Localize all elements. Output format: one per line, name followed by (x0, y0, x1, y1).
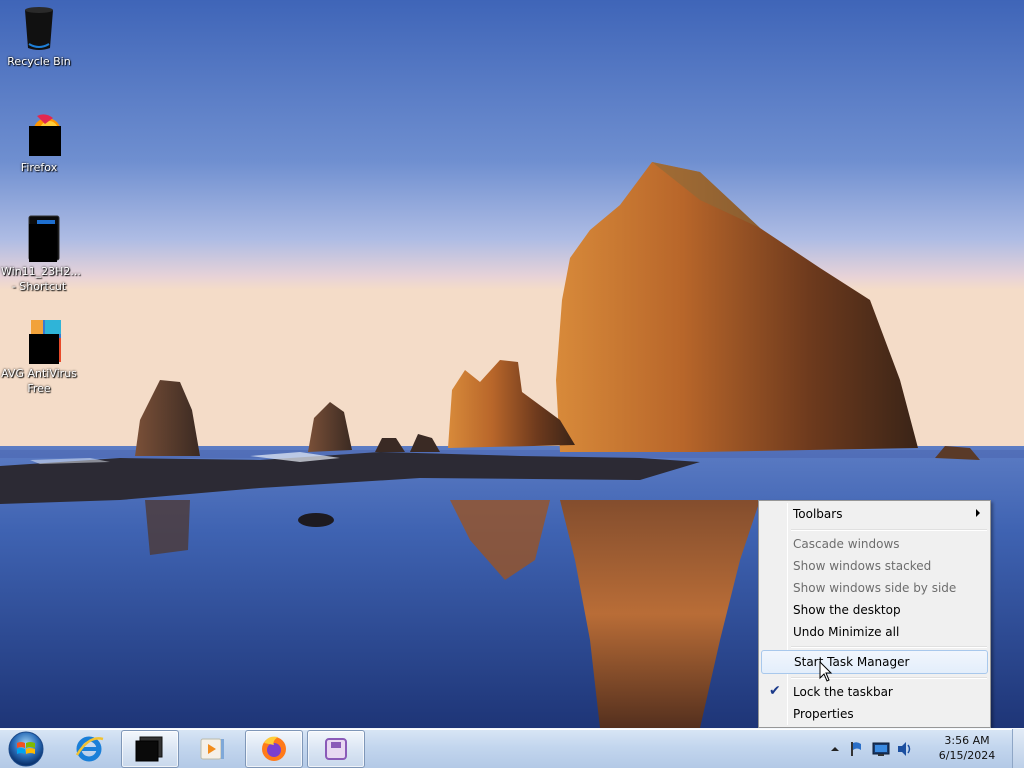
desktop-icon-recycle-bin[interactable]: Recycle Bin (1, 4, 77, 69)
menu-item-label: Show the desktop (793, 603, 901, 617)
desktop-icon-firefox[interactable]: Firefox (1, 110, 77, 175)
menu-item-cascade-windows[interactable]: Cascade windows (761, 533, 988, 555)
taskbar-button-app[interactable] (307, 730, 365, 768)
clock-time: 3:56 AM (944, 734, 990, 747)
menu-item-lock-the-taskbar[interactable]: ✔ Lock the taskbar (761, 681, 988, 703)
action-center-flag-icon[interactable] (848, 741, 866, 757)
taskbar-button-terminal[interactable] (121, 730, 179, 768)
shortcut-icon (15, 214, 63, 262)
network-icon[interactable] (872, 741, 890, 757)
avg-antivirus-icon (15, 316, 63, 364)
submenu-arrow-icon (976, 509, 980, 517)
menu-item-toolbars[interactable]: Toolbars (761, 503, 988, 525)
menu-item-label: Show windows side by side (793, 581, 957, 595)
menu-separator (791, 529, 987, 531)
menu-item-label: Show windows stacked (793, 559, 932, 573)
desktop-icon-label: Firefox (20, 161, 58, 174)
mouse-cursor-icon (819, 661, 833, 682)
menu-item-label: Start Task Manager (794, 655, 910, 669)
desktop-icon-label: Recycle Bin (7, 55, 71, 68)
taskbar[interactable]: 3:56 AM 6/15/2024 (0, 728, 1024, 768)
desktop-icon-win11-shortcut[interactable]: Win11_23H2... - Shortcut (1, 214, 81, 294)
menu-item-properties[interactable]: Properties (761, 703, 988, 725)
volume-icon[interactable] (896, 741, 914, 757)
desktop-icon-label: Win11_23H2... - Shortcut (1, 265, 81, 293)
taskbar-button-media-player[interactable] (183, 730, 241, 768)
desktop-icon-avg-antivirus[interactable]: AVG AntiVirus Free (1, 316, 77, 396)
desktop-icon-label: AVG AntiVirus Free (1, 367, 77, 395)
menu-item-label: Properties (793, 707, 854, 721)
windows-start-orb-icon (8, 731, 44, 767)
firefox-icon (15, 110, 63, 158)
recycle-bin-icon (15, 4, 63, 52)
menu-item-label: Lock the taskbar (793, 685, 893, 699)
app-window-icon (325, 738, 347, 760)
start-button[interactable] (6, 730, 46, 768)
menu-item-show-the-desktop[interactable]: Show the desktop (761, 599, 988, 621)
system-tray: 3:56 AM 6/15/2024 (830, 729, 1010, 768)
show-hidden-icons-arrow-icon[interactable] (830, 743, 840, 759)
menu-item-label: Cascade windows (793, 537, 900, 551)
menu-item-show-windows-side-by-side[interactable]: Show windows side by side (761, 577, 988, 599)
menu-separator (791, 646, 987, 648)
taskbar-clock[interactable]: 3:56 AM 6/15/2024 (934, 733, 1000, 763)
firefox-icon (262, 736, 286, 761)
menu-item-undo-minimize-all[interactable]: Undo Minimize all (761, 621, 988, 643)
terminal-window-icon (135, 736, 163, 762)
menu-item-start-task-manager[interactable]: Start Task Manager (761, 650, 988, 674)
media-player-icon (200, 738, 224, 760)
menu-item-label: Toolbars (793, 507, 843, 521)
desktop[interactable]: Recycle Bin Firefox Win11_23H2... - Shor… (0, 0, 1024, 728)
clock-date: 6/15/2024 (938, 749, 996, 762)
internet-explorer-icon (75, 736, 104, 762)
taskbar-context-menu: Toolbars Cascade windows Show windows st… (758, 500, 991, 728)
taskbar-button-internet-explorer[interactable] (60, 730, 118, 768)
show-desktop-button[interactable] (1012, 729, 1024, 768)
menu-item-label: Undo Minimize all (793, 625, 900, 639)
menu-item-show-windows-stacked[interactable]: Show windows stacked (761, 555, 988, 577)
taskbar-button-firefox[interactable] (245, 730, 303, 768)
checkmark-icon: ✔ (769, 683, 781, 699)
